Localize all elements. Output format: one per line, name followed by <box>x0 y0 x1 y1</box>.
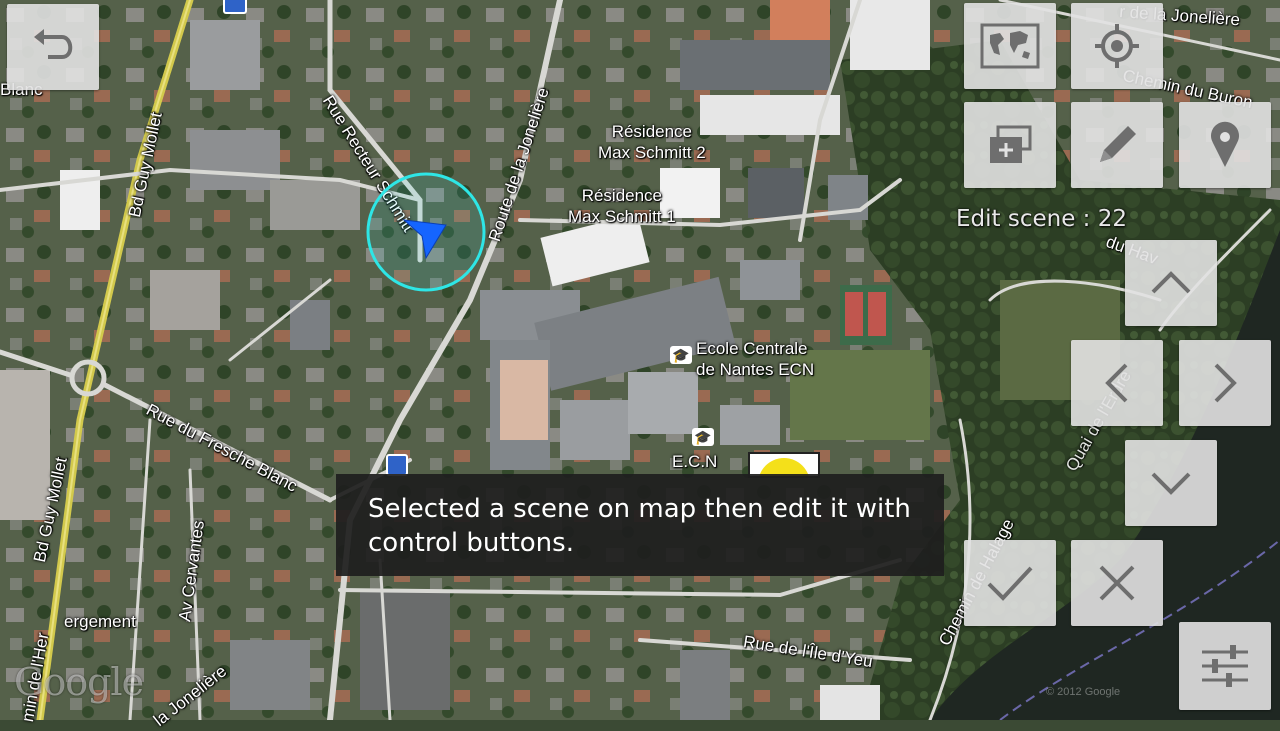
settings-button[interactable] <box>1179 622 1271 710</box>
label-residence-max-schmitt-1: Résidence Max Schmitt 1 <box>568 186 676 226</box>
move-right-button[interactable] <box>1179 340 1271 426</box>
place-marker-button[interactable] <box>1179 102 1271 188</box>
tram-stop-icon[interactable] <box>386 454 408 476</box>
move-down-button[interactable] <box>1125 440 1217 526</box>
graduation-cap-icon: 🎓 <box>692 428 714 446</box>
confirm-button[interactable] <box>964 540 1056 626</box>
edit-scene-button[interactable] <box>1071 102 1163 188</box>
edit-scene-label: Edit scene : 22 <box>956 206 1127 232</box>
tram-stop-icon[interactable] <box>223 0 247 14</box>
chevron-left-icon <box>1105 363 1128 403</box>
my-location-button[interactable] <box>1071 3 1163 89</box>
graduation-cap-icon: 🎓 <box>670 346 692 364</box>
check-icon <box>987 566 1033 601</box>
move-up-button[interactable] <box>1125 240 1217 326</box>
cancel-button[interactable] <box>1071 540 1163 626</box>
pencil-icon <box>1100 126 1136 162</box>
label-ecn: E.C.N <box>672 452 718 471</box>
toast-message: Selected a scene on map then edit it wit… <box>336 474 944 576</box>
map-type-button[interactable] <box>964 3 1056 89</box>
label-ecole-centrale: Ecole Centrale de Nantes ECN <box>696 339 815 379</box>
google-logo: Google <box>14 660 144 704</box>
add-layers-icon <box>990 125 1032 163</box>
back-arrow-icon <box>34 29 73 59</box>
crosshair-icon <box>1095 24 1139 68</box>
back-button[interactable] <box>7 4 99 90</box>
sliders-icon <box>1202 645 1248 687</box>
add-scene-button[interactable] <box>964 102 1056 188</box>
label-hebergement: ergement <box>64 612 136 631</box>
current-location-marker[interactable] <box>364 170 488 294</box>
move-left-button[interactable] <box>1071 340 1163 426</box>
chevron-right-icon <box>1214 363 1237 403</box>
close-icon <box>1099 565 1135 601</box>
world-map-icon <box>980 23 1040 69</box>
map-copyright: © 2012 Google <box>1046 686 1121 698</box>
chevron-up-icon <box>1151 271 1191 294</box>
chevron-down-icon <box>1151 472 1191 495</box>
map-pin-icon <box>1211 121 1239 167</box>
label-residence-max-schmitt-2: Résidence Max Schmitt 2 <box>598 122 706 162</box>
